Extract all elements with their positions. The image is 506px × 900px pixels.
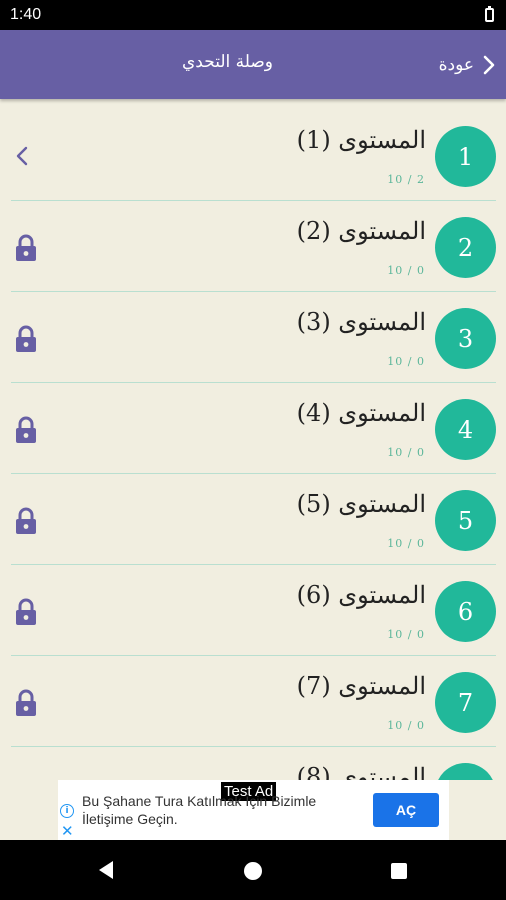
status-bar: 1:40 <box>0 0 506 30</box>
level-progress: 10 / 0 <box>387 264 425 277</box>
level-progress: 10 / 0 <box>387 628 425 641</box>
ad-open-button[interactable]: AÇ <box>373 793 439 827</box>
chevron-left-icon <box>16 146 28 166</box>
ad-text: Bu Şahane Tura Katılmak İçin Bizimle İle… <box>82 793 317 827</box>
level-label: المستوى (2) <box>296 217 426 245</box>
info-icon[interactable]: i <box>60 804 74 818</box>
level-row[interactable]: المستوى (1) 10 / 2 1 <box>0 110 506 201</box>
system-nav-bar <box>0 840 506 900</box>
battery-icon <box>485 6 494 22</box>
level-row[interactable]: المستوى (8) 8 <box>0 747 506 780</box>
level-row[interactable]: المستوى (2) 10 / 0 2 <box>0 201 506 292</box>
chevron-right-icon <box>483 55 495 75</box>
level-progress: 10 / 0 <box>387 719 425 732</box>
level-number-badge: 2 <box>435 217 496 278</box>
app-bar: وصلة التحدي عودة <box>0 30 506 99</box>
level-label: المستوى (1) <box>296 126 426 154</box>
level-label: المستوى (6) <box>296 581 426 609</box>
level-row[interactable]: المستوى (7) 10 / 0 7 <box>0 656 506 747</box>
level-number-badge: 5 <box>435 490 496 551</box>
level-row[interactable]: المستوى (3) 10 / 0 3 <box>0 292 506 383</box>
lock-icon <box>16 234 36 261</box>
back-label: عودة <box>438 55 474 75</box>
level-number-badge: 6 <box>435 581 496 642</box>
level-row[interactable]: المستوى (5) 10 / 0 5 <box>0 474 506 565</box>
page-title: وصلة التحدي <box>181 52 274 72</box>
level-label: المستوى (7) <box>296 672 426 700</box>
level-progress: 10 / 0 <box>387 355 425 368</box>
close-icon[interactable]: ✕ <box>61 822 74 840</box>
nav-back-icon[interactable] <box>97 860 115 880</box>
level-progress: 10 / 0 <box>387 537 425 550</box>
ad-banner[interactable]: Test Ad i ✕ Bu Şahane Tura Katılmak İçin… <box>58 780 449 840</box>
level-number-badge: 7 <box>435 672 496 733</box>
lock-icon <box>16 507 36 534</box>
level-label: المستوى (4) <box>296 399 426 427</box>
status-time: 1:40 <box>10 6 42 23</box>
lock-icon <box>16 325 36 352</box>
nav-recents-icon[interactable] <box>391 863 407 879</box>
level-number-badge: 3 <box>435 308 496 369</box>
level-progress: 10 / 2 <box>387 173 425 186</box>
level-number-badge: 4 <box>435 399 496 460</box>
level-number-badge: 1 <box>435 126 496 187</box>
lock-icon <box>16 416 36 443</box>
lock-icon <box>16 689 36 716</box>
level-number-badge: 8 <box>435 763 496 780</box>
nav-home-icon[interactable] <box>244 862 262 880</box>
level-label: المستوى (3) <box>296 308 426 336</box>
lock-icon <box>16 598 36 625</box>
back-button[interactable]: عودة <box>439 50 496 80</box>
levels-list: المستوى (1) 10 / 2 1 المستوى (2) 10 / 0 … <box>0 110 506 780</box>
level-label: المستوى (8) <box>296 763 426 780</box>
level-label: المستوى (5) <box>296 490 426 518</box>
level-row[interactable]: المستوى (6) 10 / 0 6 <box>0 565 506 656</box>
level-row[interactable]: المستوى (4) 10 / 0 4 <box>0 383 506 474</box>
level-progress: 10 / 0 <box>387 446 425 459</box>
